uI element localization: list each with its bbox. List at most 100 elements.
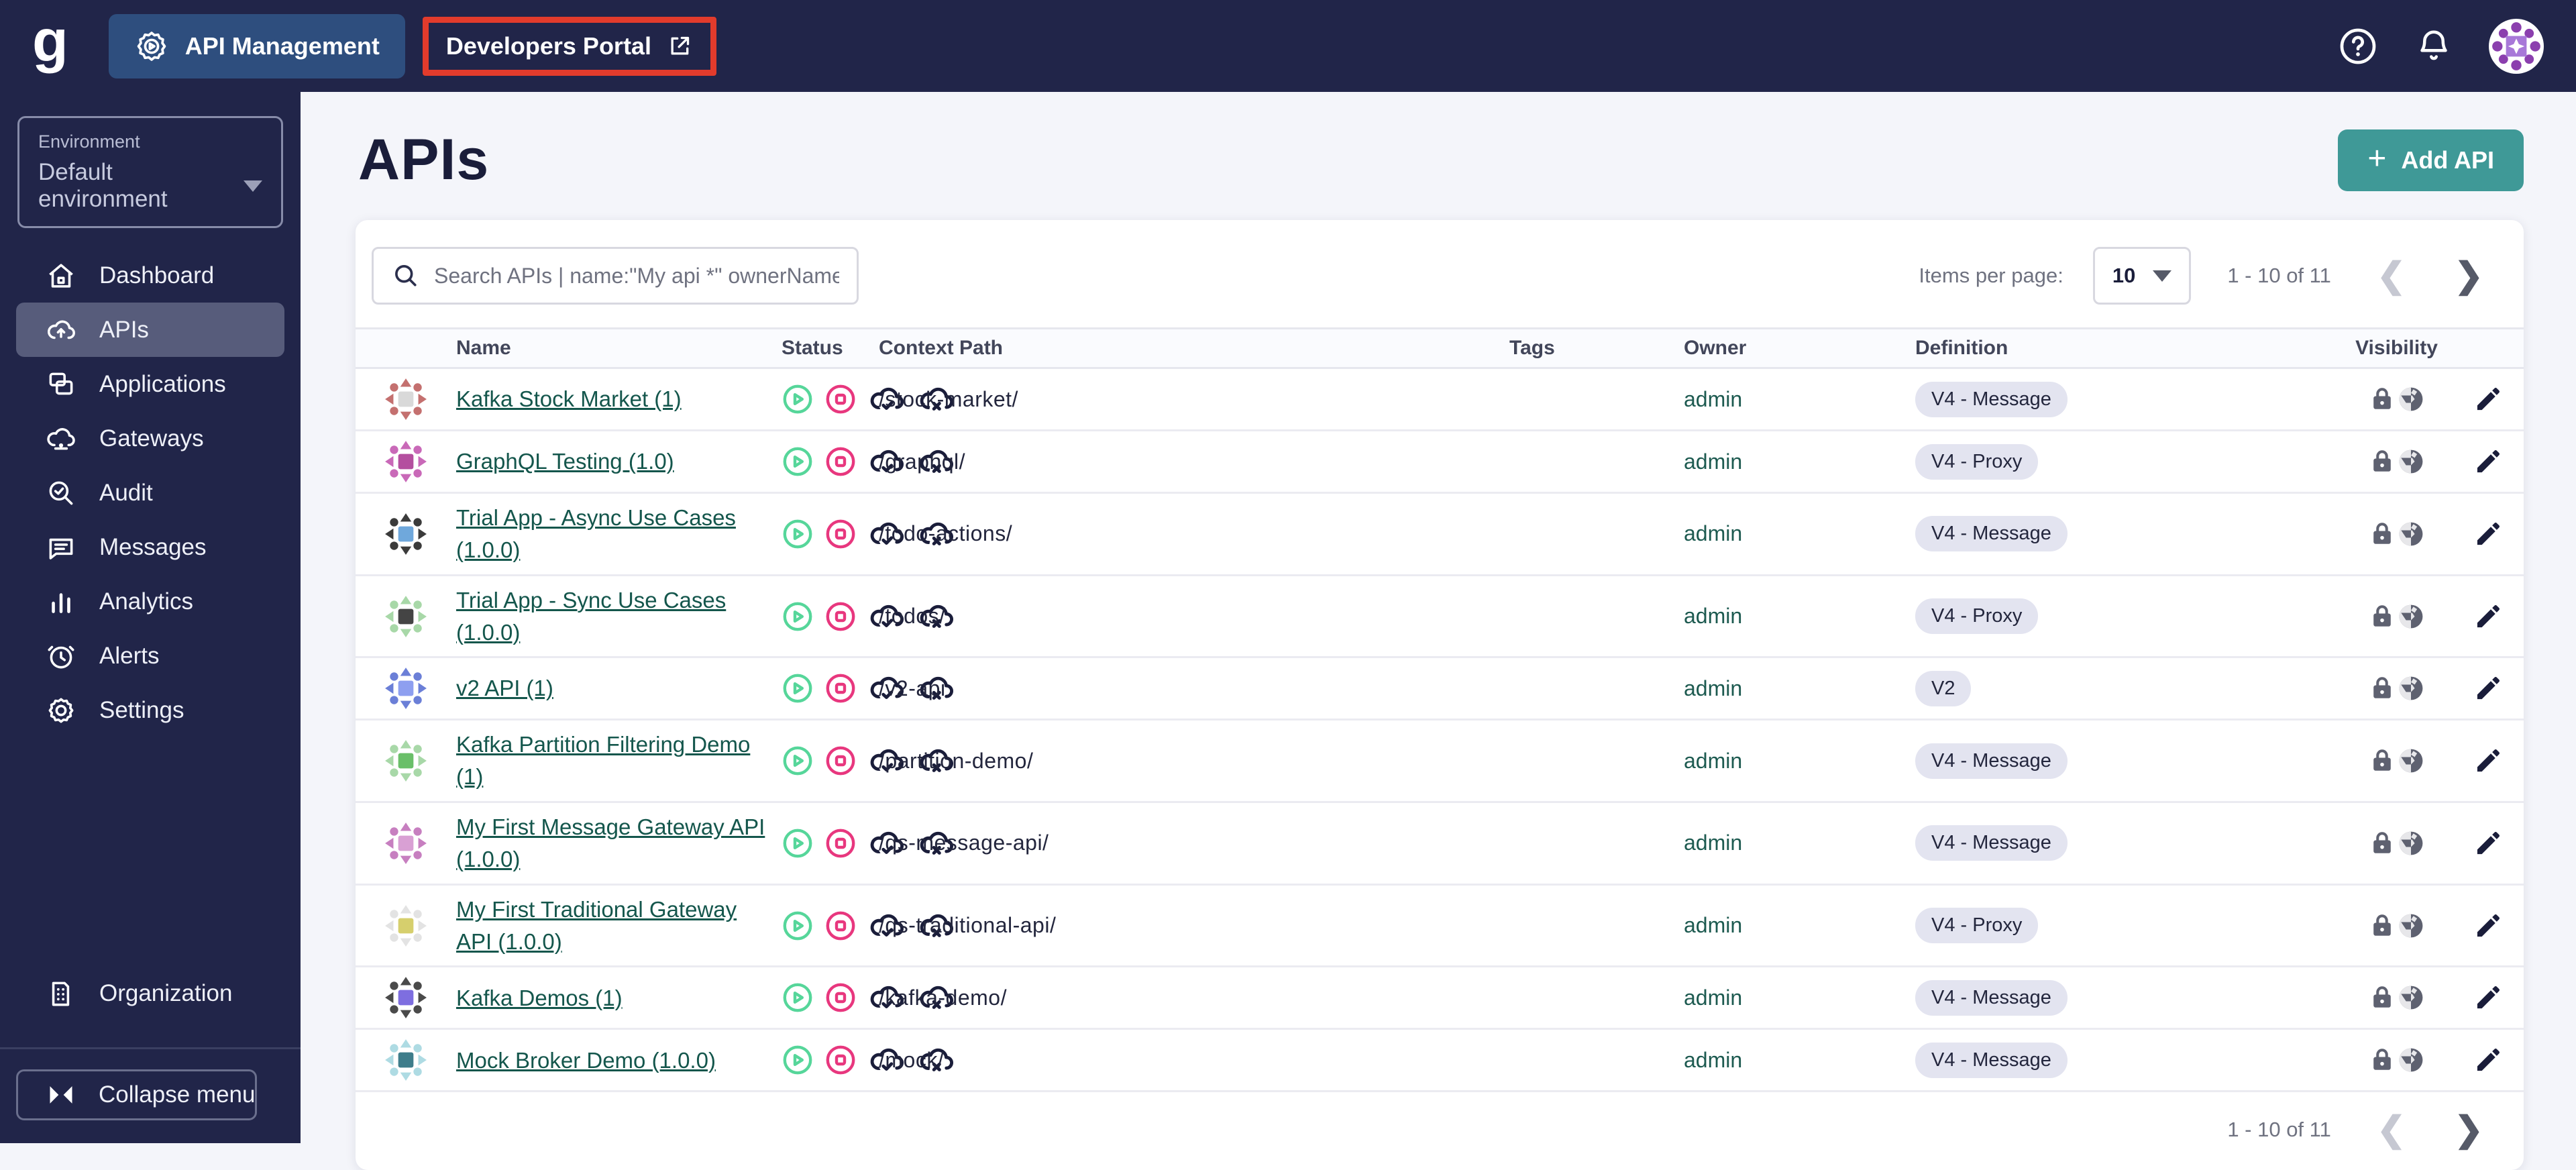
visibility-public-globe-icon bbox=[2396, 746, 2426, 776]
table-row: My First Message Gateway API (1.0.0) /qs… bbox=[356, 803, 2524, 886]
sidebar-divider bbox=[0, 1047, 301, 1049]
previous-page-button[interactable]: ❮ bbox=[2367, 258, 2416, 293]
next-page-button[interactable]: ❯ bbox=[2445, 258, 2493, 293]
edit-api-button[interactable] bbox=[2473, 446, 2504, 477]
sidebar-item-applications[interactable]: Applications bbox=[16, 357, 284, 411]
api-table-body: Kafka Stock Market (1) /stock-market/ ad… bbox=[356, 369, 2524, 1093]
api-name-link[interactable]: Kafka Demos (1) bbox=[456, 982, 623, 1014]
visibility-public-globe-icon bbox=[2396, 674, 2426, 703]
visibility-private-lock-icon bbox=[2368, 384, 2396, 414]
sidebar-item-organization[interactable]: Organization bbox=[16, 966, 232, 1020]
api-name-link[interactable]: v2 API (1) bbox=[456, 672, 553, 704]
table-row: My First Traditional Gateway API (1.0.0) bbox=[356, 886, 2524, 968]
status-stopped-icon bbox=[824, 383, 857, 415]
owner: admin bbox=[1684, 913, 1743, 938]
table-header: Name Status Context Path Tags Owner Defi… bbox=[356, 327, 2524, 369]
add-api-button[interactable]: + Add API bbox=[2338, 129, 2524, 191]
sidebar-item-label: Organization bbox=[99, 979, 233, 1006]
edit-api-button[interactable] bbox=[2473, 745, 2504, 776]
context-path: /stock-market/ bbox=[879, 386, 1018, 411]
status-started-icon bbox=[782, 518, 814, 550]
top-bar: g API Management Developers Portal bbox=[0, 0, 2576, 92]
sidebar-item-apis[interactable]: APIs bbox=[16, 303, 284, 357]
items-per-page-select[interactable]: 10 bbox=[2092, 247, 2192, 305]
visibility-private-lock-icon bbox=[2368, 746, 2396, 776]
collapse-menu-button[interactable]: Collapse menu bbox=[16, 1069, 258, 1120]
status-started-icon bbox=[782, 383, 814, 415]
page-title: APIs bbox=[358, 127, 490, 192]
sidebar-item-label: Applications bbox=[99, 370, 226, 397]
environment-label: Environment bbox=[38, 131, 140, 152]
context-path: /v2-api bbox=[879, 676, 946, 700]
status-started-icon bbox=[782, 745, 814, 777]
api-name-link[interactable]: Trial App - Async Use Cases (1.0.0) bbox=[456, 502, 771, 566]
visibility-public-globe-icon bbox=[2396, 911, 2426, 941]
help-button[interactable] bbox=[2337, 25, 2379, 67]
owner: admin bbox=[1684, 831, 1743, 855]
definition-badge: V4 - Message bbox=[1915, 979, 2068, 1016]
user-avatar[interactable] bbox=[2489, 18, 2544, 74]
environment-select[interactable]: Environment Default environment bbox=[17, 116, 283, 228]
edit-api-button[interactable] bbox=[2473, 673, 2504, 704]
sidebar-item-analytics[interactable]: Analytics bbox=[16, 574, 284, 629]
visibility-private-lock-icon bbox=[2368, 1045, 2396, 1075]
sidebar-item-label: Dashboard bbox=[99, 262, 215, 288]
edit-api-button[interactable] bbox=[2473, 601, 2504, 632]
table-row: Kafka Stock Market (1) /stock-market/ ad… bbox=[356, 369, 2524, 431]
notifications-bell-button[interactable] bbox=[2414, 26, 2454, 66]
definition-badge: V4 - Message bbox=[1915, 516, 2068, 552]
owner: admin bbox=[1684, 604, 1743, 629]
table-row: Kafka Partition Filtering Demo (1) /part… bbox=[356, 721, 2524, 804]
definition-badge: V4 - Proxy bbox=[1915, 443, 2039, 480]
sidebar-item-label: APIs bbox=[99, 316, 149, 343]
collapse-arrows-icon bbox=[46, 1083, 76, 1106]
api-name-link[interactable]: GraphQL Testing (1.0) bbox=[456, 445, 674, 478]
table-footer: 1 - 10 of 11 ❮ ❯ bbox=[356, 1092, 2524, 1170]
api-name-link[interactable]: Kafka Stock Market (1) bbox=[456, 383, 682, 415]
edit-api-button[interactable] bbox=[2473, 828, 2504, 859]
sidebar-item-label: Analytics bbox=[99, 588, 194, 615]
edit-api-button[interactable] bbox=[2473, 910, 2504, 941]
edit-api-button[interactable] bbox=[2473, 982, 2504, 1013]
sidebar-item-dashboard[interactable]: Dashboard bbox=[16, 248, 284, 303]
api-name-link[interactable]: My First Traditional Gateway API (1.0.0) bbox=[456, 894, 771, 958]
api-management-button[interactable]: API Management bbox=[108, 13, 405, 78]
api-name-link[interactable]: My First Message Gateway API (1.0.0) bbox=[456, 811, 771, 875]
edit-api-button[interactable] bbox=[2473, 519, 2504, 549]
owner: admin bbox=[1684, 386, 1743, 411]
pagination-range: 1 - 10 of 11 bbox=[2227, 1118, 2331, 1142]
cog-icon bbox=[134, 29, 169, 64]
owner: admin bbox=[1684, 985, 1743, 1010]
sidebar-item-messages[interactable]: Messages bbox=[16, 520, 284, 574]
applications-icon bbox=[44, 368, 78, 401]
plus-icon: + bbox=[2367, 140, 2387, 176]
api-avatar bbox=[384, 666, 428, 711]
definition-badge: V4 - Message bbox=[1915, 1042, 2068, 1078]
context-path: /mock/ bbox=[879, 1047, 945, 1072]
next-page-button[interactable]: ❯ bbox=[2445, 1112, 2493, 1147]
edit-api-button[interactable] bbox=[2473, 384, 2504, 415]
sidebar-item-gateways[interactable]: Gateways bbox=[16, 411, 284, 466]
search-icon bbox=[391, 261, 421, 290]
visibility-private-lock-icon bbox=[2368, 983, 2396, 1012]
status-stopped-icon bbox=[824, 1044, 857, 1076]
sidebar-item-alerts[interactable]: Alerts bbox=[16, 629, 284, 683]
visibility-public-globe-icon bbox=[2396, 519, 2426, 549]
api-name-link[interactable]: Kafka Partition Filtering Demo (1) bbox=[456, 729, 771, 793]
api-name-link[interactable]: Trial App - Sync Use Cases (1.0.0) bbox=[456, 584, 771, 649]
sidebar-item-audit[interactable]: Audit bbox=[16, 466, 284, 520]
apis-table-card: Items per page: 10 1 - 10 of 11 ❮ ❯ Name… bbox=[356, 220, 2524, 1170]
sidebar-item-settings[interactable]: Settings bbox=[16, 683, 284, 737]
edit-api-button[interactable] bbox=[2473, 1045, 2504, 1075]
message-icon bbox=[44, 531, 78, 564]
status-started-icon bbox=[782, 1044, 814, 1076]
previous-page-button[interactable]: ❮ bbox=[2367, 1112, 2416, 1147]
bar-chart-icon bbox=[44, 585, 78, 619]
api-name-link[interactable]: Mock Broker Demo (1.0.0) bbox=[456, 1045, 716, 1077]
developers-portal-button[interactable]: Developers Portal bbox=[446, 32, 693, 60]
visibility-public-globe-icon bbox=[2396, 602, 2426, 631]
visibility-private-lock-icon bbox=[2368, 602, 2396, 631]
gear-icon bbox=[44, 694, 78, 727]
context-path: /partition-demo/ bbox=[879, 748, 1034, 773]
search-input[interactable] bbox=[434, 263, 839, 288]
